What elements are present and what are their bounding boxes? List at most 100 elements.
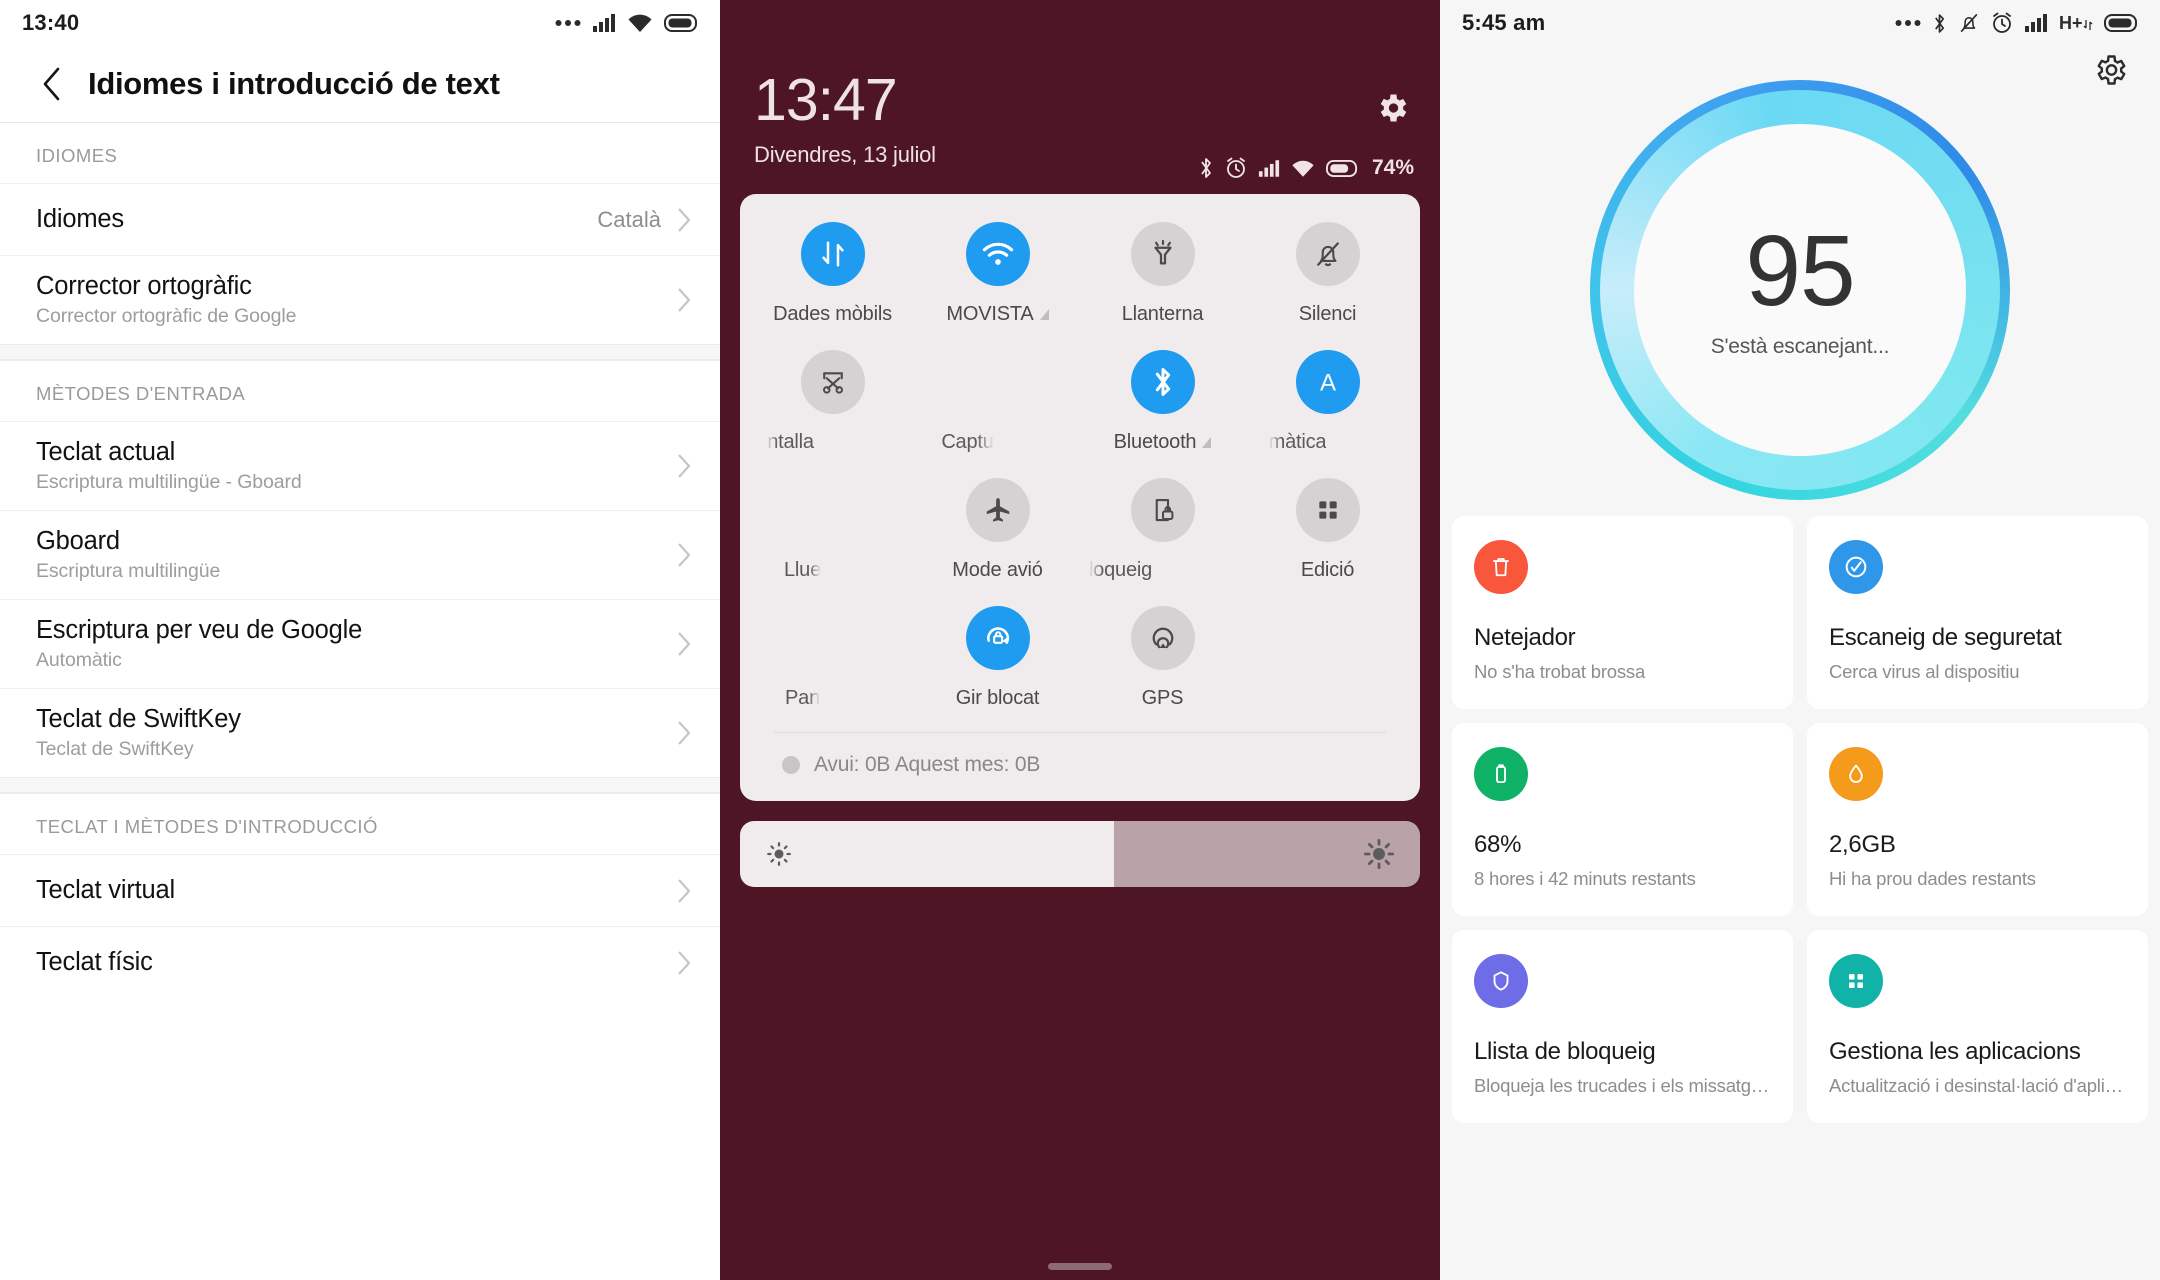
- settings-shortcut-button[interactable]: [1374, 90, 1410, 131]
- qs-tile-gir-blocat[interactable]: Gir blocat: [915, 600, 1080, 728]
- security-panel: 5:45 am H+ 95 S'està escanejant... Netej…: [1440, 0, 2160, 1280]
- qs-tile-bloqueig[interactable]: loqueig: [1080, 472, 1245, 600]
- row-value: Català: [597, 206, 661, 232]
- qs-tile-lluentor[interactable]: Llue: [750, 472, 915, 600]
- more-icon: [555, 19, 581, 27]
- battery2-icon: [1474, 747, 1528, 801]
- qs-label: Silenci: [1298, 303, 1357, 326]
- signal-triangle-icon: [1202, 437, 1212, 449]
- droplet-icon: [1829, 747, 1883, 801]
- qs-tile-automatica[interactable]: A màtica: [1245, 344, 1410, 472]
- row-title: Teclat virtual: [36, 876, 175, 904]
- qs-tile-dades-mobils[interactable]: Dades mòbils: [750, 216, 915, 344]
- card-subtitle: Hi ha prou dades restants: [1829, 868, 2036, 889]
- card-escaneig-seguretat[interactable]: Escaneig de seguretat Cerca virus al dis…: [1807, 516, 2148, 709]
- qs-label: MOVISTA: [946, 303, 1049, 326]
- status-icon-group: [555, 13, 698, 33]
- info-icon: [782, 756, 800, 775]
- qs-label: Pan: [785, 687, 820, 710]
- brightness-slider-fill: [740, 821, 1114, 888]
- ring-text-group: 95 S'està escanejant...: [1590, 80, 2010, 500]
- data-transfer-icon: [800, 222, 865, 287]
- row-title: Idiomes: [36, 205, 124, 233]
- svg-text:A: A: [1319, 370, 1336, 397]
- settings-row-escriptura-per-veu[interactable]: Escriptura per veu de Google Automàtic: [0, 599, 720, 688]
- card-title: Llista de bloqueig: [1474, 1038, 1656, 1065]
- chevron-right-icon: [678, 288, 691, 312]
- card-bateria[interactable]: 68% 8 hores i 42 minuts restants: [1452, 723, 1793, 916]
- security-score-ring: 95 S'està escanejant...: [1590, 80, 2010, 500]
- qs-label: Edició: [1300, 559, 1355, 582]
- chevron-right-icon: [678, 878, 691, 903]
- rotation-lock-icon: [965, 606, 1030, 671]
- chevron-right-icon: [678, 632, 691, 656]
- shade-header: 13:47 Divendres, 13 juliol 74%: [720, 34, 1440, 179]
- back-button[interactable]: [30, 62, 74, 106]
- data-usage-row[interactable]: Avui: 0B Aquest mes: 0B: [750, 733, 1410, 791]
- section-header-teclat-metodes: TECLAT I MÈTODES D'INTRODUCCIÓ: [0, 793, 720, 854]
- card-title: 68%: [1474, 831, 1522, 858]
- card-gestiona-aplicacions[interactable]: Gestiona les aplicacions Actualització i…: [1807, 930, 2148, 1123]
- settings-row-swiftkey[interactable]: Teclat de SwiftKey Teclat de SwiftKey: [0, 688, 720, 777]
- row-title: Escriptura per veu de Google: [36, 616, 363, 644]
- bell-off-icon: [1295, 222, 1360, 287]
- qs-tile-gps[interactable]: GPS: [1080, 600, 1245, 728]
- flashlight-icon: [1130, 222, 1195, 287]
- card-llista-bloqueig[interactable]: Llista de bloqueig Bloqueja les trucades…: [1452, 930, 1793, 1123]
- card-subtitle: No s'ha trobat brossa: [1474, 661, 1646, 682]
- shield-icon: [1474, 954, 1528, 1008]
- security-cards-grid: Netejador No s'ha trobat brossa Escaneig…: [1440, 500, 2160, 1123]
- card-subtitle: Bloqueja les trucades i els missatg…: [1474, 1075, 1770, 1096]
- brightness-low-icon: [764, 821, 794, 887]
- screen-lock-icon: [1130, 478, 1195, 543]
- security-score: 95: [1745, 215, 1855, 327]
- qs-tile-silenci[interactable]: Silenci: [1245, 216, 1410, 344]
- card-netejador[interactable]: Netejador No s'ha trobat brossa: [1452, 516, 1793, 709]
- shade-drag-handle[interactable]: [1048, 1263, 1112, 1270]
- shade-status-icons: 74%: [1198, 156, 1414, 180]
- settings-row-idiomes[interactable]: Idiomes Català: [0, 183, 720, 255]
- security-status-bar: 5:45 am H+: [1440, 0, 2160, 46]
- row-subtitle: Automàtic: [36, 649, 122, 671]
- row-title: Teclat físic: [36, 948, 153, 976]
- qs-label: Captu: [941, 431, 994, 454]
- quick-settings-card: Dades mòbils MOVISTA Llanterna Silenci n…: [740, 194, 1420, 802]
- battery-icon: [2104, 14, 2138, 32]
- qs-tile-wifi[interactable]: MOVISTA: [915, 216, 1080, 344]
- qs-tile-bluetooth[interactable]: Bluetooth: [1080, 344, 1245, 472]
- qs-label-text: MOVISTA: [946, 303, 1034, 326]
- row-subtitle: Escriptura multilingüe - Gboard: [36, 471, 302, 493]
- brightness-slider[interactable]: [740, 821, 1420, 888]
- qs-tile-captura[interactable]: Captu: [915, 344, 1080, 472]
- settings-row-gboard[interactable]: Gboard Escriptura multilingüe: [0, 510, 720, 599]
- qs-label-text: Bluetooth: [1113, 431, 1197, 454]
- card-subtitle: Cerca virus al dispositiu: [1829, 661, 2020, 682]
- battery-percent: 74%: [1371, 156, 1414, 179]
- apps-icon: [1829, 954, 1883, 1008]
- quick-settings-grid: Dades mòbils MOVISTA Llanterna Silenci n…: [750, 216, 1410, 728]
- alarm-icon: [1227, 157, 1245, 178]
- card-dades[interactable]: 2,6GB Hi ha prou dades restants: [1807, 723, 2148, 916]
- scan-icon: [1829, 540, 1883, 594]
- signal-triangle-icon: [1039, 309, 1049, 321]
- row-subtitle: Corrector ortogràfic de Google: [36, 305, 297, 327]
- row-title: Teclat actual: [36, 438, 176, 466]
- card-title: 2,6GB: [1829, 831, 1896, 858]
- data-usage-text: Avui: 0B Aquest mes: 0B: [814, 753, 1041, 777]
- row-title: Corrector ortogràfic: [36, 272, 252, 300]
- page-title: Idiomes i introducció de text: [88, 66, 500, 101]
- settings-row-teclat-virtual[interactable]: Teclat virtual: [0, 854, 720, 926]
- settings-row-teclat-actual[interactable]: Teclat actual Escriptura multilingüe - G…: [0, 421, 720, 510]
- qs-tile-mode-avio[interactable]: Mode avió: [915, 472, 1080, 600]
- qs-tile-screenshot[interactable]: ntalla: [750, 344, 915, 472]
- chevron-right-icon: [678, 454, 691, 478]
- settings-row-corrector-ortografic[interactable]: Corrector ortogràfic Corrector ortogràfi…: [0, 255, 720, 344]
- security-settings-button[interactable]: [2092, 52, 2128, 93]
- settings-row-teclat-fisic[interactable]: Teclat físic: [0, 926, 720, 998]
- qs-tile-panell[interactable]: Pan: [750, 600, 915, 728]
- card-title: Netejador: [1474, 624, 1576, 651]
- trash-icon: [1474, 540, 1528, 594]
- qs-tile-llanterna[interactable]: Llanterna: [1080, 216, 1245, 344]
- qs-tile-edicio[interactable]: Edició: [1245, 472, 1410, 600]
- qs-label: màtica: [1268, 431, 1327, 454]
